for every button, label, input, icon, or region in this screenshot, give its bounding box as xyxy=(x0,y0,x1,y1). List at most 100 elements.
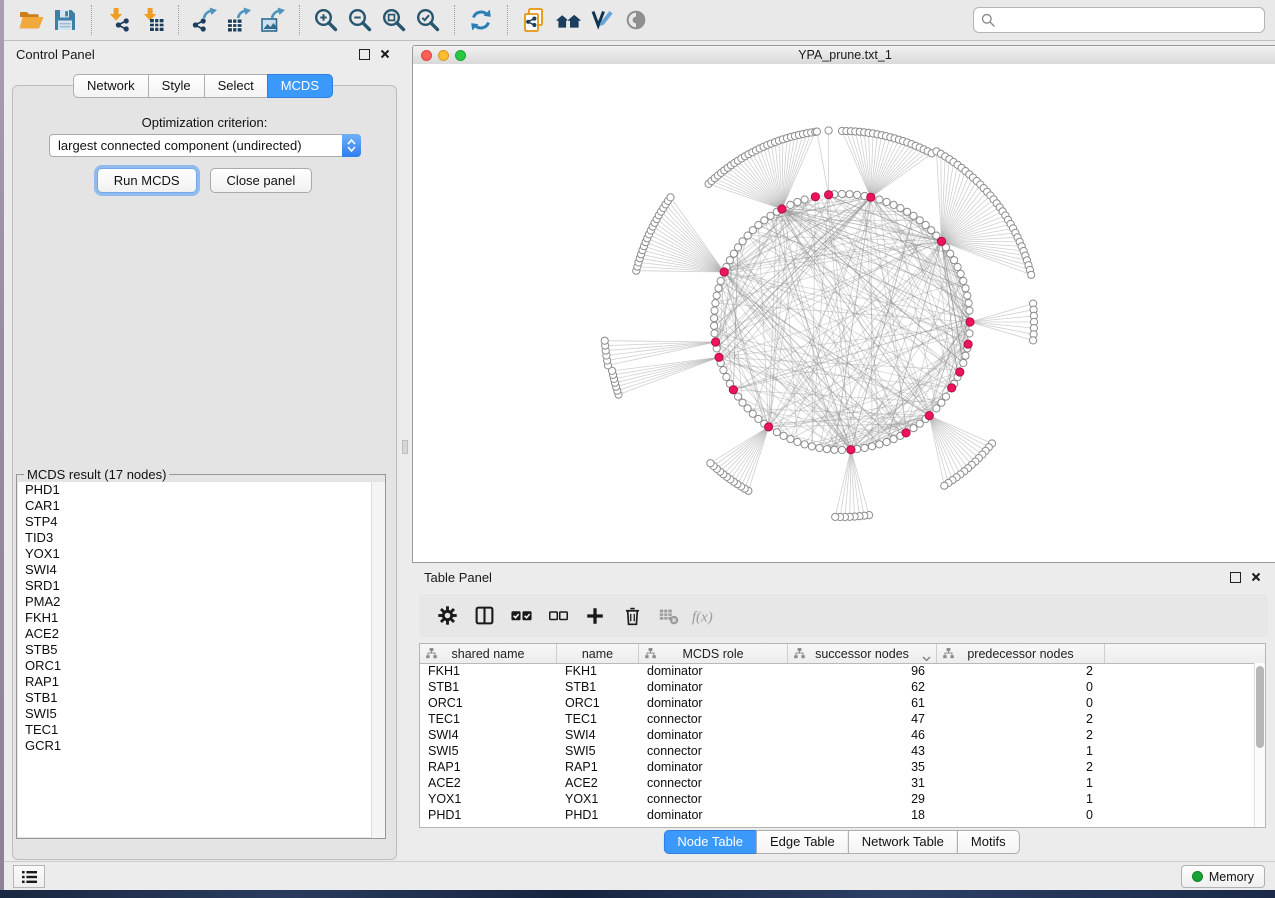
mcds-result-item[interactable]: YOX1 xyxy=(18,546,384,562)
mcds-result-item[interactable]: RAP1 xyxy=(18,674,384,690)
cell-shared-name: SWI4 xyxy=(420,728,557,742)
table-row[interactable]: TEC1TEC1connector472 xyxy=(420,711,1255,727)
table-panel-header: Table Panel xyxy=(412,565,1275,589)
toggle-graphics-details-icon[interactable] xyxy=(585,4,619,36)
mcds-result-scrollbar[interactable] xyxy=(371,482,385,838)
cell-name: STB1 xyxy=(557,680,639,694)
tab-style[interactable]: Style xyxy=(148,74,205,98)
run-mcds-button[interactable]: Run MCDS xyxy=(97,168,197,193)
table-row[interactable]: PHD1PHD1dominator180 xyxy=(420,807,1255,823)
network-graph-svg xyxy=(413,64,1275,562)
tab-network[interactable]: Network xyxy=(73,74,149,98)
cell-successor-nodes: 29 xyxy=(788,792,937,806)
optimization-criterion-select[interactable]: largest connected component (undirected) xyxy=(49,134,361,157)
clone-network-icon[interactable] xyxy=(517,4,551,36)
mcds-result-box: MCDS result (17 nodes) PHD1CAR1STP4TID3Y… xyxy=(16,467,386,839)
table-row[interactable]: RAP1RAP1dominator352 xyxy=(420,759,1255,775)
column-header-successor-nodes[interactable]: successor nodes xyxy=(788,644,937,663)
toolbar-separator xyxy=(91,5,92,35)
deselect-all-checks-icon[interactable] xyxy=(543,601,573,631)
import-network-icon[interactable] xyxy=(101,4,135,36)
show-columns-icon[interactable] xyxy=(469,601,499,631)
main-toolbar-icons xyxy=(14,0,653,40)
cell-predecessor-nodes: 2 xyxy=(937,760,1105,774)
memory-button[interactable]: Memory xyxy=(1181,865,1265,888)
open-session-icon[interactable] xyxy=(14,4,48,36)
function-builder-icon: f(x) xyxy=(691,601,721,631)
mcds-result-item[interactable]: TEC1 xyxy=(18,722,384,738)
mcds-result-item[interactable]: SWI5 xyxy=(18,706,384,722)
tab-select[interactable]: Select xyxy=(204,74,268,98)
mcds-result-item[interactable]: STB5 xyxy=(18,642,384,658)
network-window-titlebar[interactable]: YPA_prune.txt_1 xyxy=(413,46,1275,65)
float-table-panel-icon[interactable] xyxy=(1230,572,1241,583)
tab-edge-table[interactable]: Edge Table xyxy=(756,830,849,854)
export-table-icon[interactable] xyxy=(222,4,256,36)
import-table-icon[interactable] xyxy=(135,4,169,36)
table-row[interactable]: YOX1YOX1connector291 xyxy=(420,791,1255,807)
mcds-result-item[interactable]: CAR1 xyxy=(18,498,384,514)
search-box[interactable] xyxy=(973,7,1265,33)
search-input[interactable] xyxy=(1000,12,1257,29)
mcds-result-item[interactable]: STP4 xyxy=(18,514,384,530)
table-row[interactable]: SWI4SWI4dominator462 xyxy=(420,727,1255,743)
column-header-name[interactable]: name xyxy=(557,644,639,663)
cell-MCDS-role: dominator xyxy=(639,808,788,822)
mcds-result-item[interactable]: ACE2 xyxy=(18,626,384,642)
select-stepper-icon xyxy=(342,134,361,157)
tab-node-table[interactable]: Node Table xyxy=(663,830,757,854)
tab-motifs[interactable]: Motifs xyxy=(957,830,1020,854)
table-row[interactable]: ORC1ORC1dominator610 xyxy=(420,695,1255,711)
tab-mcds[interactable]: MCDS xyxy=(267,74,333,98)
table-row[interactable]: STB1STB1dominator620 xyxy=(420,679,1255,695)
add-column-icon[interactable] xyxy=(580,601,610,631)
scrollbar-thumb[interactable] xyxy=(1256,666,1264,748)
close-panel-icon[interactable] xyxy=(380,49,390,59)
first-neighbors-icon[interactable] xyxy=(551,4,585,36)
cell-MCDS-role: dominator xyxy=(639,696,788,710)
column-header-predecessor-nodes[interactable]: predecessor nodes xyxy=(937,644,1105,663)
close-table-panel-icon[interactable] xyxy=(1251,572,1261,582)
save-session-icon[interactable] xyxy=(48,4,82,36)
show-hidden-eye-icon[interactable] xyxy=(619,4,653,36)
node-table-scrollbar[interactable] xyxy=(1254,663,1265,827)
mcds-result-item[interactable]: GCR1 xyxy=(18,738,384,754)
close-panel-button[interactable]: Close panel xyxy=(210,168,313,193)
search-icon xyxy=(981,13,995,27)
mcds-result-item[interactable]: TID3 xyxy=(18,530,384,546)
refresh-layout-icon[interactable] xyxy=(464,4,498,36)
mcds-result-item[interactable]: ORC1 xyxy=(18,658,384,674)
node-table-body: FKH1FKH1dominator962STB1STB1dominator620… xyxy=(420,663,1255,827)
network-canvas[interactable] xyxy=(413,64,1275,562)
cell-name: RAP1 xyxy=(557,760,639,774)
delete-column-icon[interactable] xyxy=(617,601,647,631)
float-panel-icon[interactable] xyxy=(359,49,370,60)
table-row[interactable]: ACE2ACE2connector311 xyxy=(420,775,1255,791)
mcds-result-item[interactable]: SWI4 xyxy=(18,562,384,578)
cell-MCDS-role: connector xyxy=(639,744,788,758)
mcds-result-item[interactable]: PHD1 xyxy=(18,482,384,498)
zoom-selected-icon[interactable] xyxy=(411,4,445,36)
settings-gear-icon[interactable] xyxy=(432,601,462,631)
mcds-result-item[interactable]: FKH1 xyxy=(18,610,384,626)
table-row[interactable]: SWI5SWI5connector431 xyxy=(420,743,1255,759)
table-row[interactable]: FKH1FKH1dominator962 xyxy=(420,663,1255,679)
network-column-icon xyxy=(943,648,954,662)
workspace-area: YPA_prune.txt_1 Table Panel f(x) shared … xyxy=(408,41,1275,862)
zoom-in-icon[interactable] xyxy=(309,4,343,36)
zoom-fit-icon[interactable] xyxy=(377,4,411,36)
zoom-out-icon[interactable] xyxy=(343,4,377,36)
tab-network-table[interactable]: Network Table xyxy=(848,830,958,854)
show-panels-button[interactable] xyxy=(13,865,45,888)
column-header-shared-name[interactable]: shared name xyxy=(420,644,557,663)
column-header-MCDS-role[interactable]: MCDS role xyxy=(639,644,788,663)
memory-status-icon xyxy=(1192,871,1203,882)
status-bar: Memory xyxy=(4,861,1275,890)
mcds-result-item[interactable]: PMA2 xyxy=(18,594,384,610)
list-icon xyxy=(22,871,37,883)
mcds-result-item[interactable]: STB1 xyxy=(18,690,384,706)
export-image-icon[interactable] xyxy=(256,4,290,36)
export-network-icon[interactable] xyxy=(188,4,222,36)
select-all-checks-icon[interactable] xyxy=(506,601,536,631)
mcds-result-item[interactable]: SRD1 xyxy=(18,578,384,594)
